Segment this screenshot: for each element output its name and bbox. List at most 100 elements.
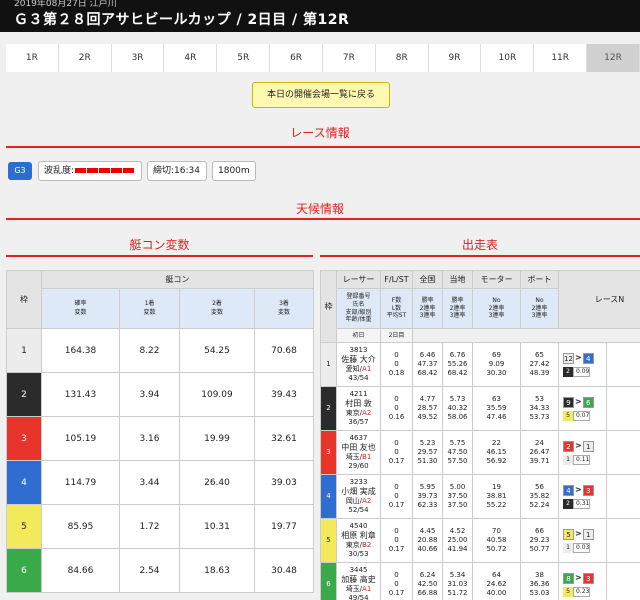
national-value: 47.37 [417,359,438,368]
boat-con-table: 枠 艇コン 確率 変数 1着 変数 2着 変数 3着 変数 1 164.38 8.22 54.25 7… [6,270,314,593]
motor-value: 46.15 [486,447,507,456]
race-tab-6r[interactable]: 6R [270,44,323,72]
waku-cell: 2 [320,386,337,431]
header-line: 変数 [277,308,290,316]
boat-con-value: 10.31 [179,504,255,549]
result-start-course: 2 [563,498,573,509]
motor-cell: 22 46.15 56.92 [472,430,521,475]
motor-value: 35.59 [486,403,507,412]
flst-f: 0 [394,394,399,403]
boat-con-value: 32.61 [254,416,314,461]
local-cell: 5.73 40.32 58.06 [442,386,473,431]
boat-value: 24 [535,438,544,447]
boat-con-value: 19.77 [254,504,314,549]
table-row: 6 84.66 2.54 18.63 30.48 [6,548,314,593]
motor-value: 50.72 [486,545,507,554]
national-value: 42.50 [417,579,438,588]
boat-value: 50.77 [529,545,550,554]
race-tab-11r[interactable]: 11R [534,44,588,72]
local-value: 37.50 [447,491,468,500]
boat-con-value: 164.38 [41,328,120,373]
boat-con-col-header: 1着 変数 [119,288,180,329]
boat-value: 48.39 [529,369,550,378]
national-value: 40.66 [417,545,438,554]
result-st: 5 0.07 [563,410,597,421]
racer-age-weight: 36/57 [348,418,369,427]
race-tab-5r[interactable]: 5R [217,44,271,72]
racer-class: A2 [362,497,372,506]
page-header: 2019年08月27日 江戸川 Ｇ３第２８回アサヒビールカップ / 2日目 / … [0,0,640,32]
result-course: 12 [563,352,574,364]
waku-cell: 1 [320,342,337,387]
racer-branch: 東京/ [345,541,363,550]
race-tab-9r[interactable]: 9R [428,44,482,72]
boat-con-group-header: 艇コン [41,270,314,289]
race-tab-1r[interactable]: 1R [6,44,59,72]
racer-name[interactable]: 加藤 高史 [337,575,380,585]
result-st: 1 0.11 [563,454,597,465]
flst-l: 0 [394,403,399,412]
flst-st: 0.17 [388,501,405,510]
result-place: 6 [582,396,594,408]
boat-con-value: 2.54 [119,548,180,593]
racer-cell: 3445 加藤 高史 埼玉/A1 49/54 [336,562,381,600]
boat-con-divider [6,255,313,257]
racer-reg: 4211 [349,389,368,398]
racer-cell: 4637 中田 友也 埼玉/B1 29/60 [336,430,381,475]
boat-value: 53.03 [529,589,550,598]
racer-branch-line: 愛知/A1 [337,365,380,374]
waku-header: 枠 [6,270,42,329]
result-st-value: 0.07 [573,410,591,421]
flst-st: 0.17 [388,457,405,466]
boat-value: 65 [535,350,544,359]
day2-result-cell [606,430,640,475]
entry-divider [320,255,640,257]
national-value: 6.24 [419,570,436,579]
header-line: 登録番号 [346,292,371,300]
national-value: 4.77 [419,394,436,403]
flst-l: 0 [394,535,399,544]
racer-name[interactable]: 小畑 実成 [337,487,380,497]
national-value: 29.57 [417,447,438,456]
entry-table: 枠 レーサー F/L/ST 全国 当地 モーター ボート レースN 登録番号 氏名… [320,270,640,600]
back-to-venues-button[interactable]: 本日の開催会場一覧に戻る [252,82,390,108]
day1-header: 初日 [336,328,381,343]
race-tab-7r[interactable]: 7R [322,44,376,72]
racer-branch-line: 東京/B2 [337,541,380,550]
boat-con-value: 18.63 [179,548,255,593]
motor-value: 64 [492,570,501,579]
flst-subheader: F数 L数 平均ST [380,288,413,329]
header-line: 年齢/体重 [345,316,372,324]
weather-divider [6,218,640,220]
race-tab-12r[interactable]: 12R [587,44,640,72]
local-value: 25.00 [447,535,468,544]
race-tab-10r[interactable]: 10R [481,44,535,72]
flst-cell: 0 0 0.17 [380,474,413,519]
result-arrow-icon: > [575,572,582,582]
boat-con-value: 8.22 [119,328,180,373]
flst-st: 0.17 [388,545,405,554]
flst-cell: 0 0 0.18 [380,342,413,387]
local-header: 当地 [442,270,473,289]
racer-name[interactable]: 中田 友也 [337,443,380,453]
result-start-course: 5 [563,586,573,597]
race-tab-2r[interactable]: 2R [58,44,112,72]
race-tab-8r[interactable]: 8R [375,44,429,72]
racer-name[interactable]: 村田 敦 [337,399,380,409]
boat-con-value: 105.19 [41,416,120,461]
waku-cell: 3 [6,416,42,461]
wave-bar [99,168,111,173]
motor-cell: 70 40.58 50.72 [472,518,521,563]
result-place: 3 [582,484,594,496]
boat-value: 35.82 [529,491,550,500]
race-info-title: レース情報 [290,126,350,140]
racer-name[interactable]: 相原 利章 [337,531,380,541]
boat-con-value: 3.44 [119,460,180,505]
race-tab-4r[interactable]: 4R [164,44,218,72]
result-arrow-icon: > [575,396,582,406]
local-value: 58.06 [447,413,468,422]
day2-result-cell [606,474,640,519]
entry-title: 出走表 [461,238,498,252]
racer-name[interactable]: 佐藤 大介 [337,355,380,365]
race-tab-3r[interactable]: 3R [111,44,165,72]
